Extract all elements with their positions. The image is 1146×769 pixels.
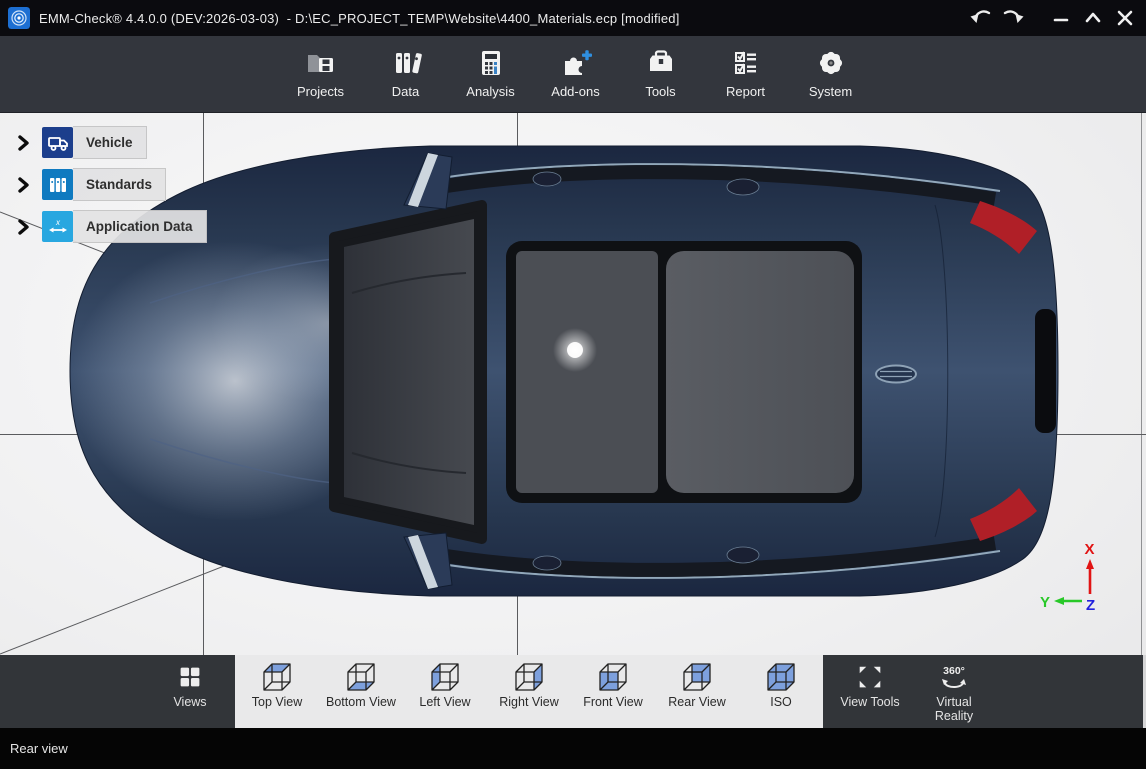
checklist-icon xyxy=(729,47,763,79)
view-button-label: Rear View xyxy=(660,695,734,709)
view-button-label: Top View xyxy=(240,695,314,709)
redo-icon xyxy=(1001,6,1025,30)
ribbon-item-analysis[interactable]: Analysis xyxy=(448,41,533,107)
ribbon-label: Report xyxy=(726,84,765,99)
ribbon-item-tools[interactable]: Tools xyxy=(618,41,703,107)
axis-y-label: Y xyxy=(1040,594,1050,611)
iso-view-button[interactable]: ISO xyxy=(739,655,823,728)
ribbon-label: System xyxy=(809,84,852,99)
close-icon xyxy=(1114,7,1136,29)
minimize-icon xyxy=(1050,7,1072,29)
title-bar: EMM-Check® 4.4.0.0 (DEV:2026-03-03) - D:… xyxy=(0,0,1146,36)
view-toolbar: Views Top View Bottom View xyxy=(0,655,1146,728)
emm-check-window: EMM-Check® 4.4.0.0 (DEV:2026-03-03) - D:… xyxy=(0,0,1146,769)
dimension-arrow-icon: x xyxy=(42,211,73,242)
cube-iso-icon xyxy=(765,661,797,693)
minimize-button[interactable] xyxy=(1048,5,1074,31)
gear-icon xyxy=(815,47,847,79)
3d-viewport[interactable]: X Y Z Vehicle xyxy=(0,113,1146,655)
calculator-icon xyxy=(475,47,507,79)
binders-icon xyxy=(42,169,73,200)
ribbon-label: Tools xyxy=(645,84,675,99)
car-windshield-glass xyxy=(344,219,474,525)
right-view-button[interactable]: Right View xyxy=(487,655,571,728)
sidebar-label-standards: Standards xyxy=(73,168,166,201)
views-grid-icon xyxy=(175,662,205,692)
view-button-label: ISO xyxy=(744,695,818,709)
top-view-button[interactable]: Top View xyxy=(235,655,319,728)
chevron-right-icon[interactable] xyxy=(14,217,34,237)
view-button-label: Left View xyxy=(408,695,482,709)
window-title: EMM-Check® 4.4.0.0 (DEV:2026-03-03) - D:… xyxy=(39,11,680,26)
cube-left-icon xyxy=(429,661,461,693)
folder-save-icon xyxy=(304,47,338,79)
undo-button[interactable] xyxy=(968,5,994,31)
main-ribbon: Projects Data xyxy=(0,36,1146,113)
axis-triad: X Y Z xyxy=(1040,541,1095,614)
rear-view-button[interactable]: Rear View xyxy=(655,655,739,728)
view-tools-button[interactable]: View Tools xyxy=(828,655,912,728)
cube-front-icon xyxy=(597,661,629,693)
view-tools-section: View Tools 360° Virtual Reality xyxy=(823,655,1146,728)
car-sunroof-rear-panel xyxy=(666,251,854,493)
view-button-label: Front View xyxy=(576,695,650,709)
axis-x-label: X xyxy=(1085,541,1095,558)
view-buttons-group: Top View Bottom View Left View xyxy=(235,655,823,728)
ribbon-item-projects[interactable]: Projects xyxy=(278,41,363,107)
app-logo-icon xyxy=(8,7,30,29)
cube-rear-icon xyxy=(681,661,713,693)
vr-360-icon: 360° xyxy=(935,661,973,693)
truck-icon xyxy=(42,127,73,158)
undo-icon xyxy=(969,6,993,30)
bottom-view-button[interactable]: Bottom View xyxy=(319,655,403,728)
svg-text:360°: 360° xyxy=(943,665,965,677)
car-sunroof-front-panel xyxy=(516,251,658,493)
puzzle-plus-icon xyxy=(559,47,593,79)
left-view-button[interactable]: Left View xyxy=(403,655,487,728)
status-view-text: Rear view xyxy=(10,741,68,756)
close-button[interactable] xyxy=(1112,5,1138,31)
cube-top-icon xyxy=(261,661,293,693)
sidebar-item-vehicle[interactable]: Vehicle xyxy=(14,127,147,158)
svg-text:x: x xyxy=(55,218,61,227)
car-rear-spoiler xyxy=(1035,309,1056,433)
sidebar-item-application-data[interactable]: x Application Data xyxy=(14,211,207,242)
toolbox-icon xyxy=(644,47,678,79)
chevron-right-icon[interactable] xyxy=(14,133,34,153)
sidebar-label-vehicle: Vehicle xyxy=(73,126,147,159)
sidebar-label-application-data: Application Data xyxy=(73,210,207,243)
status-bar: Rear view xyxy=(0,728,1146,769)
chevron-right-icon[interactable] xyxy=(14,175,34,195)
views-section: Views xyxy=(0,655,235,728)
ribbon-label: Add-ons xyxy=(551,84,599,99)
axis-z-label: Z xyxy=(1086,597,1095,614)
car-model-top-view xyxy=(70,146,1058,596)
virtual-reality-label: Virtual Reality xyxy=(917,695,991,723)
vehicle-3d-scene: X Y Z xyxy=(0,113,1146,655)
ribbon-label: Projects xyxy=(297,84,344,99)
virtual-reality-button[interactable]: 360° Virtual Reality xyxy=(912,655,996,728)
expand-corners-icon xyxy=(855,662,885,692)
ribbon-label: Data xyxy=(392,84,419,99)
ribbon-item-system[interactable]: System xyxy=(788,41,873,107)
front-view-button[interactable]: Front View xyxy=(571,655,655,728)
views-label: Views xyxy=(153,695,227,709)
car-trunk-emblem xyxy=(876,366,916,383)
cube-right-icon xyxy=(513,661,545,693)
views-button[interactable]: Views xyxy=(148,655,232,728)
titlebar-actions xyxy=(968,5,1146,31)
maximize-button[interactable] xyxy=(1080,5,1106,31)
view-tools-label: View Tools xyxy=(833,695,907,709)
ribbon-item-data[interactable]: Data xyxy=(363,41,448,107)
cube-bottom-icon xyxy=(345,661,377,693)
ribbon-label: Analysis xyxy=(466,84,514,99)
redo-button[interactable] xyxy=(1000,5,1026,31)
view-button-label: Right View xyxy=(492,695,566,709)
ribbon-item-report[interactable]: Report xyxy=(703,41,788,107)
maximize-icon xyxy=(1082,7,1104,29)
view-button-label: Bottom View xyxy=(324,695,398,709)
ribbon-item-addons[interactable]: Add-ons xyxy=(533,41,618,107)
sidebar-item-standards[interactable]: Standards xyxy=(14,169,166,200)
binders-icon xyxy=(389,47,423,79)
